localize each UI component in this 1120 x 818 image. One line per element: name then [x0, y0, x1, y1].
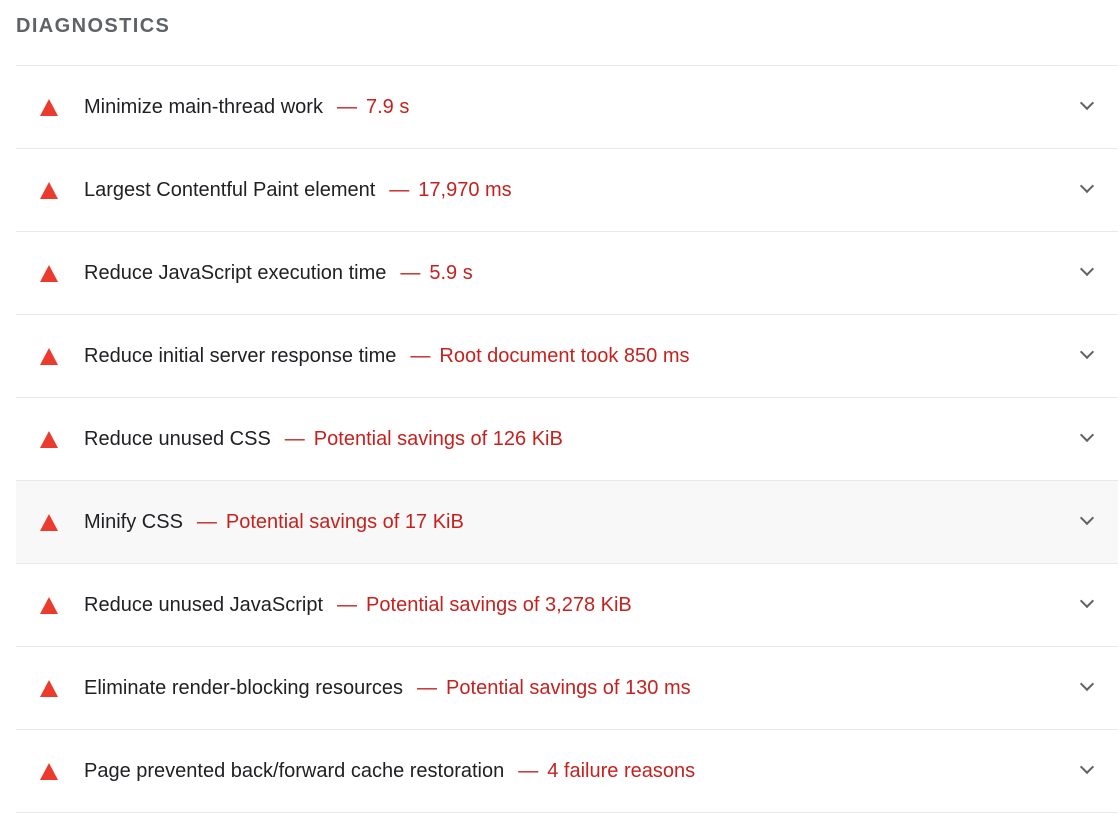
- audit-text: Reduce unused CSS — Potential savings of 1…: [84, 398, 563, 480]
- chevron-down-icon[interactable]: [1079, 676, 1095, 692]
- fail-triangle-icon: [40, 182, 58, 199]
- fail-triangle-icon: [40, 431, 58, 448]
- fail-triangle-icon: [40, 99, 58, 116]
- audit-separator: —: [389, 179, 410, 201]
- audit-value: Potential savings of 17 KiB: [225, 511, 464, 533]
- audit-separator: —: [196, 511, 217, 533]
- audit-row[interactable]: Largest Contentful Paint element — 17,970 …: [16, 149, 1118, 232]
- audit-text: Reduce unused JavaScript — Potential savin…: [84, 564, 632, 646]
- chevron-down-icon[interactable]: [1079, 261, 1095, 277]
- audit-separator: —: [336, 96, 357, 118]
- audit-value: Root document took 850 ms: [439, 345, 690, 367]
- fail-triangle-icon: [40, 597, 58, 614]
- audit-row[interactable]: Minify CSS — Potential savings of 17 KiB: [16, 481, 1118, 564]
- audit-list: Minimize main-thread work — 7.9 s Largest …: [16, 65, 1118, 813]
- audit-row[interactable]: Reduce initial server response time — Root…: [16, 315, 1118, 398]
- audit-value: Potential savings of 3,278 KiB: [366, 594, 632, 616]
- audit-title: Reduce unused CSS: [84, 428, 271, 450]
- chevron-down-icon[interactable]: [1079, 510, 1095, 526]
- audit-row[interactable]: Eliminate render-blocking resources — Pote…: [16, 647, 1118, 730]
- audit-value: 7.9 s: [365, 96, 410, 118]
- audit-value: 5.9 s: [429, 262, 473, 284]
- audit-row[interactable]: Reduce JavaScript execution time — 5.9 s: [16, 232, 1118, 315]
- audit-title: Eliminate render-blocking resources: [84, 677, 404, 699]
- audit-text: Reduce initial server response time — Root…: [84, 315, 690, 397]
- audit-text: Eliminate render-blocking resources — Pote…: [84, 647, 691, 729]
- section-title: DIAGNOSTICS: [16, 15, 171, 37]
- audit-separator: —: [410, 345, 431, 367]
- chevron-down-icon[interactable]: [1079, 344, 1095, 360]
- diagnostics-section: DIAGNOSTICS Minimize main-thread work — 7.…: [0, 0, 1120, 818]
- audit-value: Potential savings of 126 KiB: [313, 428, 563, 450]
- audit-title: Largest Contentful Paint element: [84, 179, 376, 201]
- audit-text: Minimize main-thread work — 7.9 s: [84, 66, 409, 148]
- audit-row[interactable]: Reduce unused JavaScript — Potential savin…: [16, 564, 1118, 647]
- audit-value: Potential savings of 130 ms: [446, 677, 691, 699]
- audit-title: Reduce JavaScript execution time: [84, 262, 387, 284]
- audit-separator: —: [400, 262, 421, 284]
- audit-row[interactable]: Page prevented back/forward cache restor…: [16, 730, 1118, 813]
- audit-value: 4 failure reasons: [547, 760, 696, 782]
- audit-row[interactable]: Minimize main-thread work — 7.9 s: [16, 66, 1118, 149]
- audit-value: 17,970 ms: [418, 179, 512, 201]
- audit-separator: —: [337, 594, 358, 616]
- audit-separator: —: [518, 760, 539, 782]
- audit-title: Reduce initial server response time: [84, 345, 397, 367]
- audit-separator: —: [417, 677, 438, 699]
- fail-triangle-icon: [40, 763, 58, 780]
- audit-title: Page prevented back/forward cache restor…: [84, 760, 505, 782]
- audit-text: Reduce JavaScript execution time — 5.9 s: [84, 232, 473, 314]
- chevron-down-icon[interactable]: [1079, 593, 1095, 609]
- audit-text: Minify CSS — Potential savings of 17 KiB: [84, 481, 464, 563]
- audit-title: Minimize main-thread work: [84, 96, 323, 118]
- audit-title: Minify CSS: [84, 511, 183, 533]
- chevron-down-icon[interactable]: [1079, 178, 1095, 194]
- chevron-down-icon[interactable]: [1079, 759, 1095, 775]
- audit-text: Largest Contentful Paint element — 17,970 …: [84, 149, 512, 231]
- fail-triangle-icon: [40, 265, 58, 282]
- chevron-down-icon[interactable]: [1079, 427, 1095, 443]
- fail-triangle-icon: [40, 514, 58, 531]
- fail-triangle-icon: [40, 680, 58, 697]
- fail-triangle-icon: [40, 348, 58, 365]
- audit-separator: —: [284, 428, 305, 450]
- audit-row[interactable]: Reduce unused CSS — Potential savings of 1…: [16, 398, 1118, 481]
- audit-text: Page prevented back/forward cache restor…: [84, 730, 695, 812]
- chevron-down-icon[interactable]: [1079, 95, 1095, 111]
- audit-title: Reduce unused JavaScript: [84, 594, 324, 616]
